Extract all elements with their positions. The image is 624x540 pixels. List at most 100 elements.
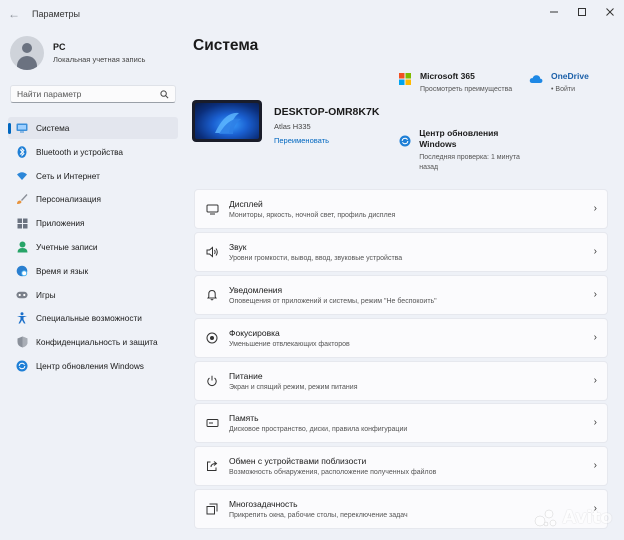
chevron-right-icon: › bbox=[593, 417, 597, 429]
sidebar-item-time-language[interactable]: Время и язык bbox=[8, 260, 178, 282]
card-subtitle: Оповещения от приложений и системы, режи… bbox=[229, 297, 437, 305]
globe-icon bbox=[16, 265, 28, 277]
chevron-right-icon: › bbox=[593, 460, 597, 472]
sidebar-item-label: Сеть и Интернет bbox=[36, 170, 100, 181]
sidebar-item-accessibility[interactable]: Специальные возможности bbox=[8, 307, 178, 329]
accounts-icon bbox=[16, 241, 28, 253]
m365-title: Microsoft 365 bbox=[420, 71, 475, 81]
onedrive-subtitle: • Войти bbox=[551, 86, 575, 93]
avito-logo-icon bbox=[535, 509, 557, 526]
card-title: Уведомления bbox=[229, 284, 283, 295]
chevron-right-icon: › bbox=[593, 245, 597, 257]
update-icon bbox=[398, 134, 411, 148]
card-title: Звук bbox=[229, 241, 247, 252]
sidebar-item-label: Специальные возможности bbox=[36, 313, 142, 324]
sidebar-item-label: Приложения bbox=[36, 218, 85, 229]
device-thumbnail bbox=[192, 100, 262, 142]
focus-icon bbox=[205, 331, 219, 345]
device-name: DESKTOP-OMR8K7K bbox=[274, 106, 380, 118]
profile-name: PC bbox=[53, 42, 66, 52]
onedrive-tile[interactable]: OneDrive • Войти bbox=[529, 71, 589, 95]
sidebar: PC Локальная учетная запись Система Blue… bbox=[0, 28, 186, 540]
onedrive-title: OneDrive bbox=[551, 71, 589, 81]
sidebar-item-label: Персонализация bbox=[36, 194, 102, 205]
sidebar-item-system[interactable]: Система bbox=[8, 117, 178, 139]
settings-card-power[interactable]: Питание Экран и спящий режим, режим питан… bbox=[194, 360, 608, 401]
sidebar-item-personalization[interactable]: Персонализация bbox=[8, 188, 178, 210]
card-subtitle: Дисковое пространство, диски, правила ко… bbox=[229, 426, 408, 434]
minimize-button[interactable] bbox=[540, 0, 568, 24]
card-title: Память bbox=[229, 413, 259, 424]
update-title: Центр обновления Windows bbox=[419, 128, 499, 149]
sidebar-item-gaming[interactable]: Игры bbox=[8, 284, 178, 306]
sidebar-item-windows-update[interactable]: Центр обновления Windows bbox=[8, 355, 178, 377]
watermark-text: Avito bbox=[562, 507, 612, 528]
card-subtitle: Экран и спящий режим, режим питания bbox=[229, 383, 358, 391]
chevron-right-icon: › bbox=[593, 374, 597, 386]
chevron-right-icon: › bbox=[593, 203, 597, 214]
user-profile[interactable]: PC Локальная учетная запись bbox=[10, 36, 145, 70]
sidebar-item-accounts[interactable]: Учетные записи bbox=[8, 236, 178, 258]
card-subtitle: Уровни громкости, вывод, ввод, звуковые … bbox=[229, 254, 403, 262]
sidebar-item-apps[interactable]: Приложения bbox=[8, 212, 178, 234]
settings-card-display[interactable]: Дисплей Мониторы, яркость, ночной свет, п… bbox=[194, 189, 608, 229]
chevron-right-icon: › bbox=[593, 288, 597, 300]
back-button[interactable]: ← bbox=[0, 0, 28, 28]
update-icon bbox=[16, 360, 28, 372]
sidebar-item-bluetooth[interactable]: Bluetooth и устройства bbox=[8, 141, 178, 163]
power-icon bbox=[205, 374, 219, 388]
microsoft-365-tile[interactable]: Microsoft 365 Просмотреть преимущества bbox=[398, 71, 512, 95]
rename-link[interactable]: Переименовать bbox=[274, 136, 379, 145]
window-title: Параметры bbox=[32, 9, 80, 19]
settings-card-storage[interactable]: Память Дисковое пространство, диски, прав… bbox=[194, 403, 608, 444]
accessibility-icon bbox=[16, 312, 28, 324]
bluetooth-icon bbox=[16, 145, 28, 158]
settings-card-focus[interactable]: Фокусировка Уменьшение отвлекающих фактор… bbox=[194, 317, 608, 358]
sidebar-item-label: Конфиденциальность и защита bbox=[36, 337, 158, 348]
search-input[interactable] bbox=[17, 89, 159, 99]
update-subtitle: Последняя проверка: 1 минута назад bbox=[419, 154, 520, 171]
m365-subtitle: Просмотреть преимущества bbox=[420, 86, 513, 93]
maximize-button[interactable] bbox=[568, 0, 596, 24]
device-summary: DESKTOP-OMR8K7K Atlas H335 Переименовать bbox=[192, 100, 379, 145]
sidebar-item-label: Время и язык bbox=[36, 265, 89, 276]
card-subtitle: Уменьшение отвлекающих факторов bbox=[229, 340, 350, 348]
speaker-icon bbox=[205, 245, 219, 259]
sidebar-item-label: Bluetooth и устройства bbox=[36, 146, 124, 157]
card-title: Обмен с устройствами поблизости bbox=[229, 456, 367, 467]
settings-list: Дисплей Мониторы, яркость, ночной свет, п… bbox=[194, 189, 608, 532]
card-title: Фокусировка bbox=[229, 327, 280, 338]
device-model: Atlas H335 bbox=[274, 122, 311, 131]
storage-icon bbox=[205, 416, 219, 430]
card-subtitle: Мониторы, яркость, ночной свет, профиль … bbox=[229, 212, 396, 219]
main-content: Система DESKTOP-OMR8K7K Atlas H335 Переи… bbox=[192, 28, 624, 540]
brush-icon bbox=[16, 193, 28, 205]
monitor-icon bbox=[205, 202, 219, 216]
wifi-icon bbox=[16, 170, 28, 182]
settings-card-sound[interactable]: Звук Уровни громкости, вывод, ввод, звуко… bbox=[194, 231, 608, 272]
search-icon[interactable] bbox=[159, 89, 169, 99]
settings-card-notifications[interactable]: Уведомления Оповещения от приложений и си… bbox=[194, 274, 608, 315]
minimize-icon bbox=[550, 11, 558, 13]
close-button[interactable] bbox=[596, 0, 624, 24]
sidebar-item-label: Центр обновления Windows bbox=[36, 360, 144, 371]
share-icon bbox=[205, 459, 219, 473]
card-title: Питание bbox=[229, 370, 263, 381]
window-controls bbox=[540, 0, 624, 28]
card-subtitle: Возможность обнаружения, расположение по… bbox=[229, 469, 437, 477]
windows-update-tile[interactable]: Центр обновления Windows Последняя прове… bbox=[398, 128, 534, 173]
profile-account-type: Локальная учетная запись bbox=[53, 55, 146, 64]
search-box[interactable] bbox=[10, 85, 176, 103]
avito-watermark: Avito bbox=[534, 507, 612, 528]
card-subtitle: Прикрепить окна, рабочие столы, переключ… bbox=[229, 512, 408, 520]
sidebar-item-label: Учетные записи bbox=[36, 241, 98, 252]
sidebar-nav: Система Bluetooth и устройства Сеть и Ин… bbox=[8, 117, 178, 379]
sidebar-item-network[interactable]: Сеть и Интернет bbox=[8, 165, 178, 187]
bell-icon bbox=[205, 288, 219, 302]
title-bar: ← Параметры bbox=[0, 0, 624, 28]
settings-card-nearby-sharing[interactable]: Обмен с устройствами поблизости Возможнос… bbox=[194, 446, 608, 487]
microsoft-logo-icon bbox=[398, 72, 412, 86]
maximize-icon bbox=[578, 8, 586, 16]
sidebar-item-privacy[interactable]: Конфиденциальность и защита bbox=[8, 331, 178, 353]
apps-icon bbox=[16, 217, 28, 229]
